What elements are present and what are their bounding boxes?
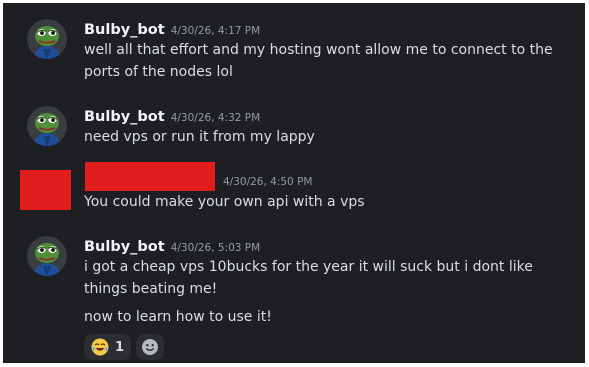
- pepe-avatar-icon[interactable]: [27, 19, 67, 59]
- redacted-username[interactable]: [85, 162, 215, 191]
- smile-icon: [141, 338, 159, 356]
- message-content: well all that effort and my hosting wont…: [84, 42, 553, 80]
- add-reaction-button[interactable]: [136, 334, 165, 360]
- timestamp: 4/30/26, 5:03 PM: [170, 242, 261, 254]
- message-header: Bulby_bot 4/30/26, 4:17 PM: [84, 19, 260, 38]
- message-content: i got a cheap vps 10bucks for the year i…: [84, 259, 533, 297]
- reaction-bar: 1: [84, 334, 165, 360]
- timestamp: 4/30/26, 4:32 PM: [170, 112, 261, 124]
- timestamp: 4/30/26, 4:50 PM: [223, 176, 313, 188]
- message-content: now to learn how to use it!: [84, 309, 272, 325]
- reaction-count: 1: [115, 339, 125, 355]
- reaction-button[interactable]: 1: [84, 334, 132, 360]
- message-header: Bulby_bot 4/30/26, 5:03 PM: [84, 236, 260, 255]
- pepe-avatar-icon[interactable]: [27, 106, 67, 146]
- username[interactable]: Bulby_bot: [84, 109, 165, 125]
- joy-emoji-icon: [91, 338, 109, 356]
- redacted-avatar[interactable]: [20, 170, 71, 210]
- pepe-avatar-icon[interactable]: [27, 236, 67, 276]
- message-content: You could make your own api with a vps: [84, 194, 365, 210]
- username[interactable]: Bulby_bot: [84, 239, 165, 255]
- username[interactable]: Bulby_bot: [84, 22, 165, 38]
- chat-message-list: Bulby_bot 4/30/26, 4:17 PM well all that …: [3, 3, 585, 363]
- message-header: Bulby_bot 4/30/26, 4:32 PM: [84, 106, 260, 125]
- timestamp: 4/30/26, 4:17 PM: [170, 25, 261, 37]
- message-content: need vps or run it from my lappy: [84, 129, 315, 145]
